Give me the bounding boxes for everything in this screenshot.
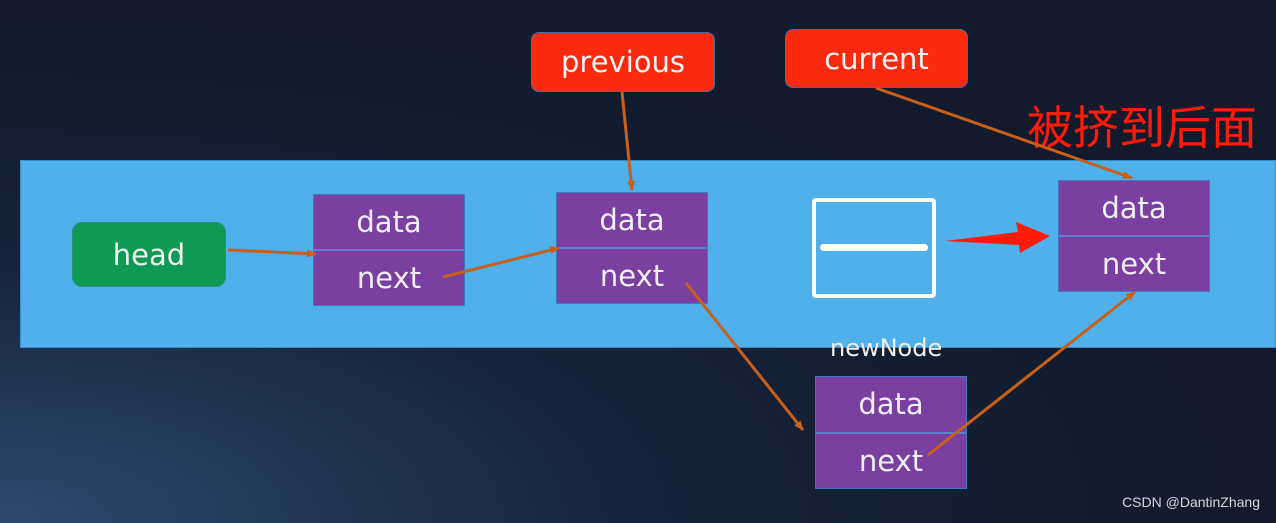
arrow-node1-to-node2	[442, 246, 560, 279]
arrow-node2-to-newnode	[684, 282, 805, 431]
arrow-head-to-node1	[227, 248, 317, 258]
arrow-current-to-node3	[875, 86, 1133, 180]
arrow-previous-to-node2	[620, 91, 636, 191]
arrows-layer	[227, 86, 1136, 457]
red-push-arrow	[945, 222, 1050, 253]
arrow-newnode-to-node3	[927, 290, 1136, 457]
watermark: CSDN @DantinZhang	[1122, 494, 1260, 510]
